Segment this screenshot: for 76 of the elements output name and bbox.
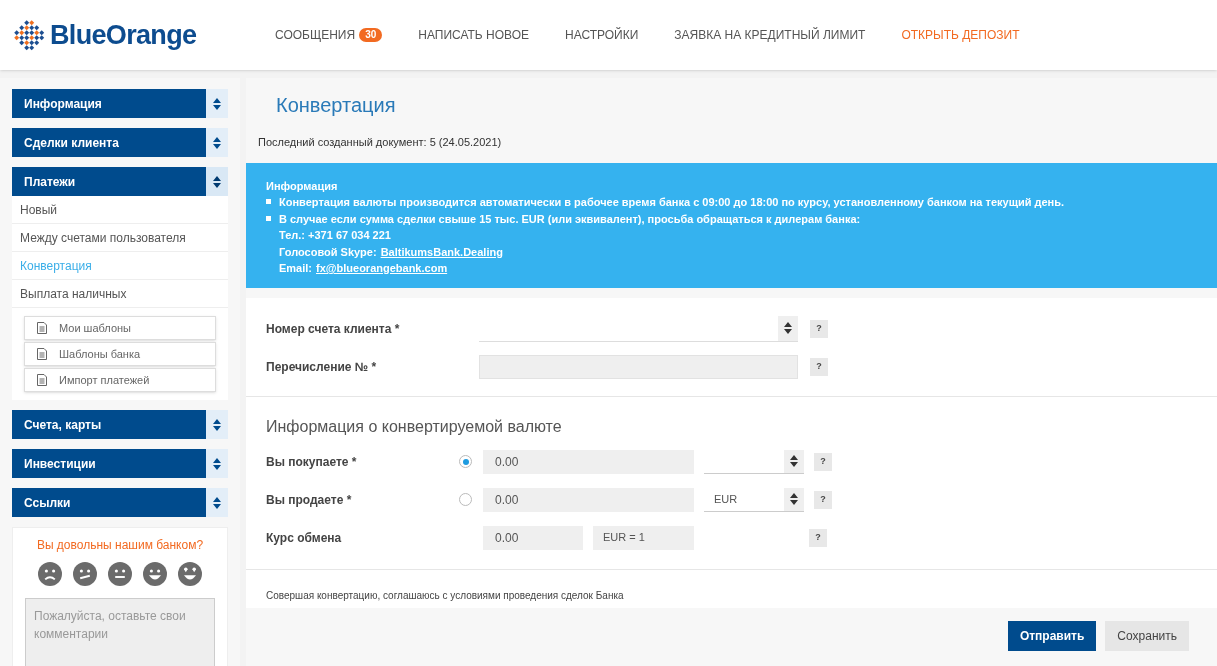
menu-item[interactable]: Новый <box>12 196 228 224</box>
toggle-button[interactable] <box>206 488 228 517</box>
field-label: Вы продаете * <box>266 491 353 509</box>
happy-face-icon[interactable] <box>143 562 167 586</box>
help-button[interactable]: ? <box>814 490 832 509</box>
sort-icon <box>790 455 798 467</box>
submit-button[interactable]: Отправить <box>1007 620 1097 651</box>
section-header[interactable]: Инвестиции <box>12 449 206 478</box>
field-label: Курс обмена <box>266 529 343 547</box>
section-header[interactable]: Платежи <box>12 167 206 196</box>
sort-icon <box>790 493 798 505</box>
info-text: В случае если сумма сделки свыше 15 тыс. EUR (или эквивалент), просьба обращаться к дилерам банка: <box>279 211 861 227</box>
heart-eyes-face-icon[interactable] <box>178 562 202 586</box>
save-button[interactable]: Сохранить <box>1105 620 1189 651</box>
toggle-button[interactable] <box>206 89 228 118</box>
sort-icon <box>213 457 221 470</box>
radio-button[interactable] <box>459 493 472 506</box>
section-header[interactable]: Информация <box>12 89 206 118</box>
number-field[interactable] <box>479 354 798 379</box>
help-button[interactable]: ? <box>809 528 827 547</box>
sort-icon <box>213 97 221 110</box>
last-document-text: Последний созданный документ: 5 (24.05.2021) <box>257 135 503 150</box>
document-icon <box>37 374 47 386</box>
sad-face-icon[interactable] <box>38 562 62 586</box>
sort-icon <box>213 175 221 188</box>
field-label: Номер счета клиента * <box>266 320 401 338</box>
field-label: Перечисление № * <box>266 358 378 376</box>
contact-label: Голосовой Skype: <box>279 244 377 260</box>
field-label: Вы покупаете * <box>266 453 358 471</box>
contact-label: Email: <box>279 261 312 276</box>
nav-link[interactable]: НАСТРОЙКИ <box>565 26 639 44</box>
amount-field[interactable]: 0.00 <box>483 525 583 550</box>
document-icon <box>37 348 47 360</box>
toggle-button[interactable] <box>206 128 228 157</box>
sort-icon <box>213 496 221 509</box>
count-badge: 30 <box>359 28 383 42</box>
section-header[interactable]: Ссылки <box>12 488 206 517</box>
info-title: Информация <box>266 178 339 194</box>
sort-icon <box>213 418 221 431</box>
menu-item[interactable]: Выплата наличных <box>12 280 228 308</box>
bullet-icon <box>266 215 271 221</box>
amount-field[interactable]: 0.00 <box>483 487 694 512</box>
sort-icon <box>784 322 792 334</box>
sort-icon <box>213 136 221 149</box>
document-icon <box>37 322 47 334</box>
logo-text[interactable]: BlueOrange <box>50 14 197 56</box>
comment-field[interactable]: Пожалуйста, оставьте свои комментарии <box>25 598 215 666</box>
page-title: Конвертация <box>275 93 397 118</box>
unsure-face-icon[interactable] <box>73 562 97 586</box>
document-link[interactable]: Мои шаблоны <box>24 316 216 340</box>
section-header[interactable]: Счета, карты <box>12 410 206 439</box>
help-button[interactable]: ? <box>810 319 828 338</box>
nav-link[interactable]: НАПИСАТЬ НОВОЕ <box>418 26 530 44</box>
toggle-button[interactable] <box>206 449 228 478</box>
toggle-button[interactable] <box>206 167 228 196</box>
toggle-button[interactable] <box>206 410 228 439</box>
section-header[interactable]: Сделки клиента <box>12 128 206 157</box>
document-link[interactable]: Шаблоны банка <box>24 342 216 366</box>
agreement-text: Совершая конвертацию, соглашаюсь с условиями проведения сделок Банка <box>265 588 625 603</box>
radio-button[interactable] <box>459 455 472 468</box>
help-button[interactable]: ? <box>814 452 832 471</box>
contact-label: Тел.: +371 67 034 221 <box>279 228 391 243</box>
help-button[interactable]: ? <box>810 357 828 376</box>
nav-link[interactable]: СООБЩЕНИЯ 30 <box>275 26 383 44</box>
bullet-icon <box>266 199 271 204</box>
nav-link[interactable]: ЗАЯВКА НА КРЕДИТНЫЙ ЛИМИТ <box>674 26 866 44</box>
feedback-question: Вы довольны нашим банком? <box>35 537 205 554</box>
info-text: Конвертация валюты производится автоматически в рабочее время банка с 09:00 до 18:00 по курсу, установленному банком на текущий день. <box>279 195 1065 210</box>
menu-item[interactable]: Между счетами пользователя <box>12 224 228 252</box>
document-link[interactable]: Импорт платежей <box>24 368 216 392</box>
currency-select[interactable]: EUR <box>704 487 804 512</box>
logo-icon <box>12 18 46 52</box>
neutral-face-icon[interactable] <box>108 562 132 586</box>
rate-field[interactable]: EUR = 1 <box>593 525 694 550</box>
amount-field[interactable]: 0.00 <box>483 449 694 474</box>
section-title: Информация о конвертируемой валюте <box>266 416 563 437</box>
